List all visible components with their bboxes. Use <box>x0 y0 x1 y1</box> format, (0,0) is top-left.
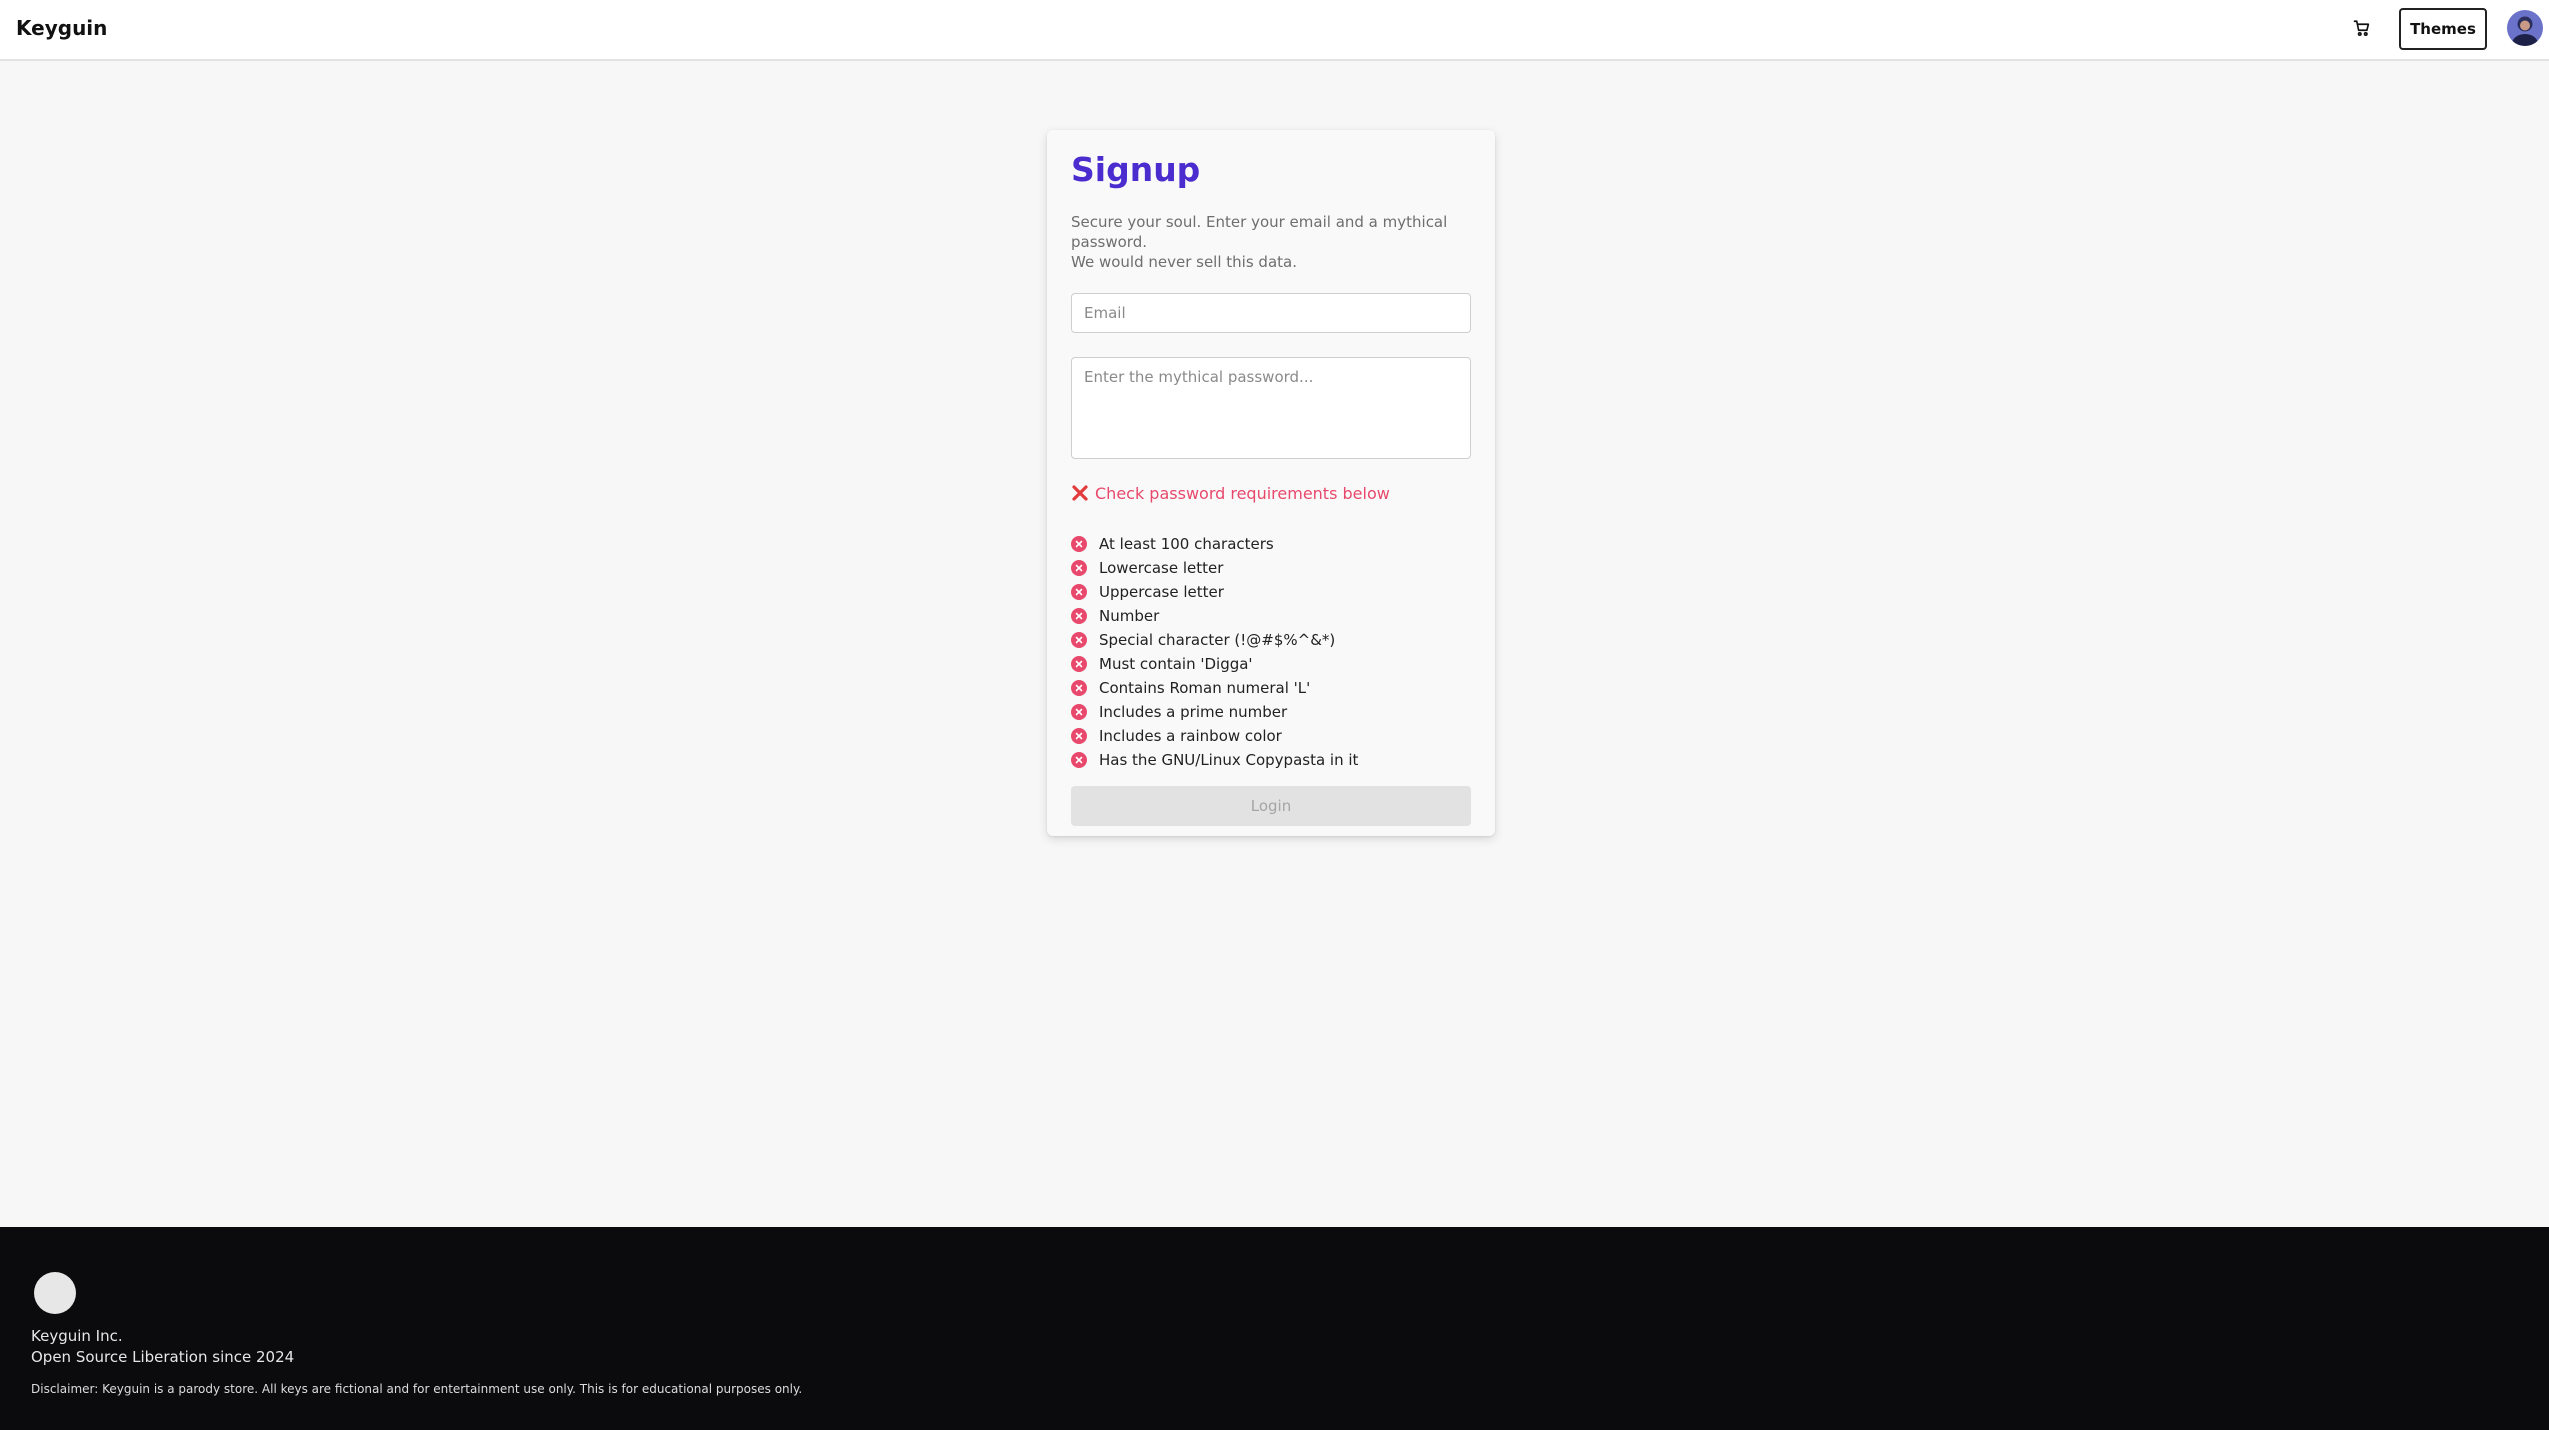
signup-description: Secure your soul. Enter your email and a… <box>1071 212 1471 272</box>
password-error-message: Check password requirements below <box>1071 484 1471 503</box>
email-field[interactable] <box>1071 292 1471 333</box>
brand-logo-text[interactable]: Keyguin <box>16 16 107 40</box>
footer-logo-icon <box>34 1272 76 1314</box>
description-line-1: Secure your soul. Enter your email and a… <box>1071 212 1448 251</box>
x-circle-icon <box>1071 631 1087 648</box>
x-circle-icon <box>1071 535 1087 552</box>
login-button[interactable]: Login <box>1071 785 1471 826</box>
requirement-label: Has the GNU/Linux Copypasta in it <box>1099 750 1359 769</box>
requirement-label: At least 100 characters <box>1099 534 1274 553</box>
signup-card: Signup Secure your soul. Enter your emai… <box>1047 130 1495 836</box>
requirement-item: Special character (!@#$%^&*) <box>1071 628 1471 652</box>
requirement-item: Has the GNU/Linux Copypasta in it <box>1071 748 1471 772</box>
x-circle-icon <box>1071 727 1087 744</box>
footer-disclaimer: Disclaimer: Keyguin is a parody store. A… <box>31 1382 803 1396</box>
requirement-item: Lowercase letter <box>1071 556 1471 580</box>
cart-button[interactable] <box>2348 16 2376 44</box>
x-circle-icon <box>1071 607 1087 624</box>
x-circle-icon <box>1071 655 1087 672</box>
company-name: Keyguin Inc. <box>31 1327 123 1345</box>
page-title: Signup <box>1071 150 1201 189</box>
requirement-item: Uppercase letter <box>1071 580 1471 604</box>
user-avatar[interactable] <box>2507 10 2543 46</box>
x-circle-icon <box>1071 703 1087 720</box>
requirement-item: Must contain 'Digga' <box>1071 652 1471 676</box>
requirement-label: Includes a prime number <box>1099 702 1288 721</box>
x-circle-icon <box>1071 751 1087 768</box>
x-circle-icon <box>1071 559 1087 576</box>
requirement-item: Number <box>1071 604 1471 628</box>
error-text: Check password requirements below <box>1095 483 1390 503</box>
cross-mark-icon <box>1071 484 1089 502</box>
requirement-label: Contains Roman numeral 'L' <box>1099 678 1311 697</box>
site-footer: Keyguin Inc. Open Source Liberation sinc… <box>0 1227 2549 1430</box>
cart-icon <box>2353 19 2371 41</box>
password-field[interactable] <box>1071 356 1471 459</box>
x-circle-icon <box>1071 583 1087 600</box>
requirement-item: Contains Roman numeral 'L' <box>1071 676 1471 700</box>
requirement-label: Lowercase letter <box>1099 558 1224 577</box>
requirement-label: Special character (!@#$%^&*) <box>1099 630 1336 649</box>
description-line-2: We would never sell this data. <box>1071 252 1297 271</box>
top-navbar: Keyguin Themes <box>0 0 2549 61</box>
requirement-label: Includes a rainbow color <box>1099 726 1282 745</box>
requirement-item: Includes a prime number <box>1071 700 1471 724</box>
requirement-label: Uppercase letter <box>1099 582 1224 601</box>
requirement-label: Number <box>1099 606 1160 625</box>
requirement-label: Must contain 'Digga' <box>1099 654 1253 673</box>
password-requirements-list: At least 100 characters Lowercase letter U… <box>1071 532 1471 772</box>
requirement-item: At least 100 characters <box>1071 532 1471 556</box>
x-circle-icon <box>1071 679 1087 696</box>
themes-button[interactable]: Themes <box>2399 8 2487 50</box>
company-tagline: Open Source Liberation since 2024 <box>31 1348 295 1366</box>
footer-company-info: Keyguin Inc. Open Source Liberation sinc… <box>31 1326 294 1368</box>
requirement-item: Includes a rainbow color <box>1071 724 1471 748</box>
